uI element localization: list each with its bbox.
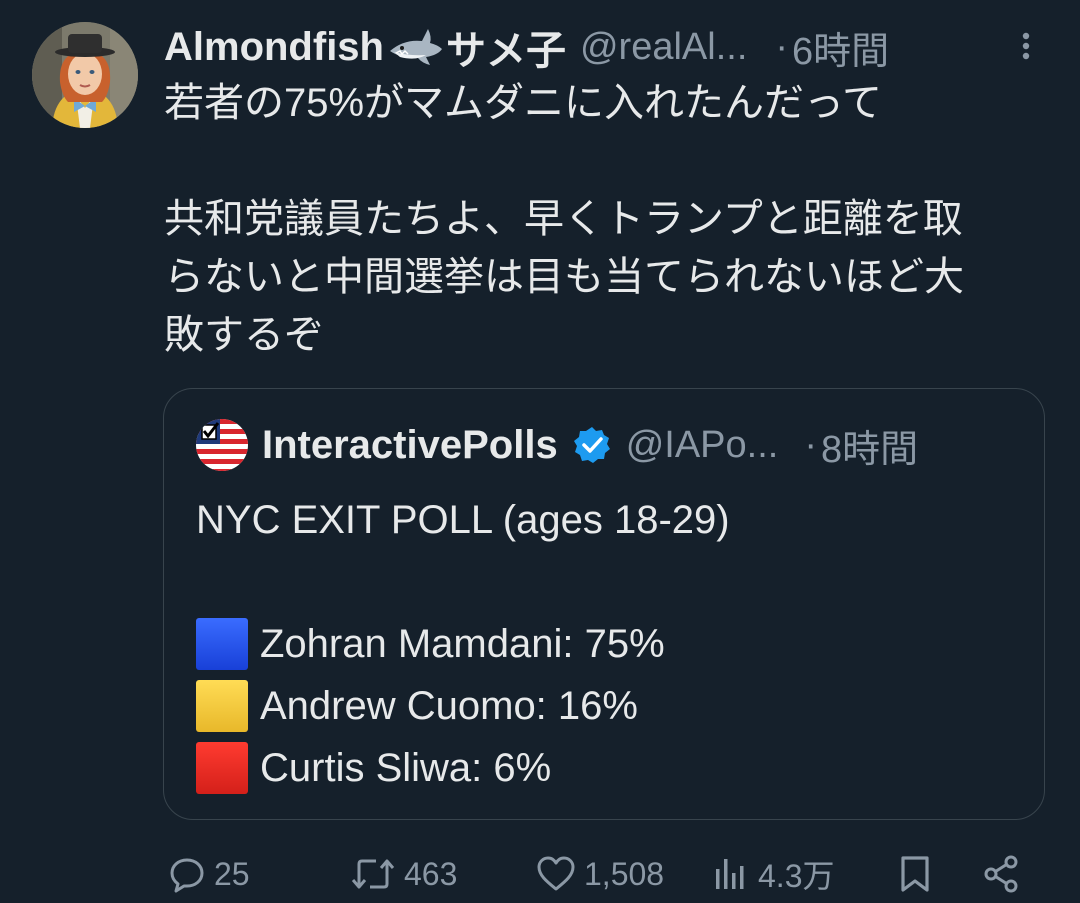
- reply-button[interactable]: 25: [168, 846, 250, 902]
- separator-dot: ·: [775, 25, 789, 68]
- like-icon: [537, 856, 575, 891]
- like-button[interactable]: 1,508: [536, 846, 664, 902]
- quoted-author-avatar[interactable]: [196, 419, 248, 471]
- poll-result-sliwa: Curtis Sliwa: 6%: [260, 746, 552, 790]
- quoted-author-handle[interactable]: @IAPo...: [626, 424, 779, 467]
- quoted-text-line: NYC EXIT POLL (ages 18-29): [196, 489, 1016, 551]
- red-square-icon: [196, 742, 248, 794]
- quoted-text-blank: [196, 551, 1016, 613]
- tweet-time[interactable]: 6時間: [792, 20, 889, 75]
- shark-emoji: [386, 25, 444, 69]
- tweet-text-line: 若者の75%がマムダニに入れたんだって: [164, 81, 883, 125]
- blue-square-icon: [196, 618, 248, 670]
- poll-title: NYC EXIT POLL (ages 18-29): [196, 498, 730, 542]
- verified-badge-icon: [572, 425, 612, 465]
- views-count: 4.3万: [758, 858, 835, 894]
- views-icon: [716, 859, 744, 889]
- tweet-text-line: 共和党議員たちよ、早くトランプと距離を取: [164, 197, 963, 241]
- poll-result-row: Zohran Mamdani: 75%: [196, 613, 1016, 675]
- more-icon[interactable]: [1012, 24, 1040, 68]
- bookmark-button[interactable]: [898, 846, 932, 902]
- separator-dot: ·: [804, 423, 817, 466]
- yellow-square-icon: [196, 680, 248, 732]
- author-name[interactable]: Almondfish: [164, 25, 384, 70]
- like-count: 1,508: [584, 855, 665, 892]
- quoted-tweet-time[interactable]: 8時間: [821, 418, 918, 473]
- tweet-text-blank: [164, 132, 1054, 190]
- quoted-tweet-card[interactable]: InteractivePolls @IAPo... · 8時間 NYC EXIT…: [163, 388, 1045, 820]
- author-avatar[interactable]: [32, 22, 138, 128]
- tweet-header: Almondfish サメ子 @realAl... · 6時間: [164, 18, 1064, 76]
- tweet-text: 若者の75%がマムダニに入れたんだって 共和党議員たちよ、早くトランプと距離を取…: [164, 74, 1054, 364]
- tweet-text-line: らないと中間選挙は目も当てられないほど大: [164, 255, 964, 299]
- poll-result-cuomo: Andrew Cuomo: 16%: [260, 684, 638, 728]
- poll-result-row: Curtis Sliwa: 6%: [196, 737, 1016, 799]
- quoted-author-name[interactable]: InteractivePolls: [262, 423, 558, 468]
- quoted-tweet-header: InteractivePolls @IAPo... · 8時間: [196, 417, 918, 473]
- retweet-button[interactable]: 463: [350, 846, 457, 902]
- action-bar: 25 463 1,508 4.3万: [164, 846, 1044, 902]
- retweet-count: 463: [404, 855, 458, 892]
- reply-icon: [170, 858, 204, 893]
- share-icon: [984, 855, 1018, 893]
- bookmark-icon: [901, 856, 929, 892]
- tweet-text-line: 敗するぞ: [164, 313, 324, 357]
- author-name-suffix[interactable]: サメ子: [446, 18, 566, 76]
- poll-result-mamdani: Zohran Mamdani: 75%: [260, 622, 665, 666]
- reply-count: 25: [214, 855, 250, 892]
- retweet-icon: [351, 859, 395, 889]
- poll-result-row: Andrew Cuomo: 16%: [196, 675, 1016, 737]
- quoted-tweet-text: NYC EXIT POLL (ages 18-29) Zohran Mamdan…: [196, 489, 1016, 799]
- author-handle[interactable]: @realAl...: [580, 26, 747, 69]
- share-button[interactable]: [982, 846, 1022, 902]
- views-button[interactable]: 4.3万: [712, 846, 835, 902]
